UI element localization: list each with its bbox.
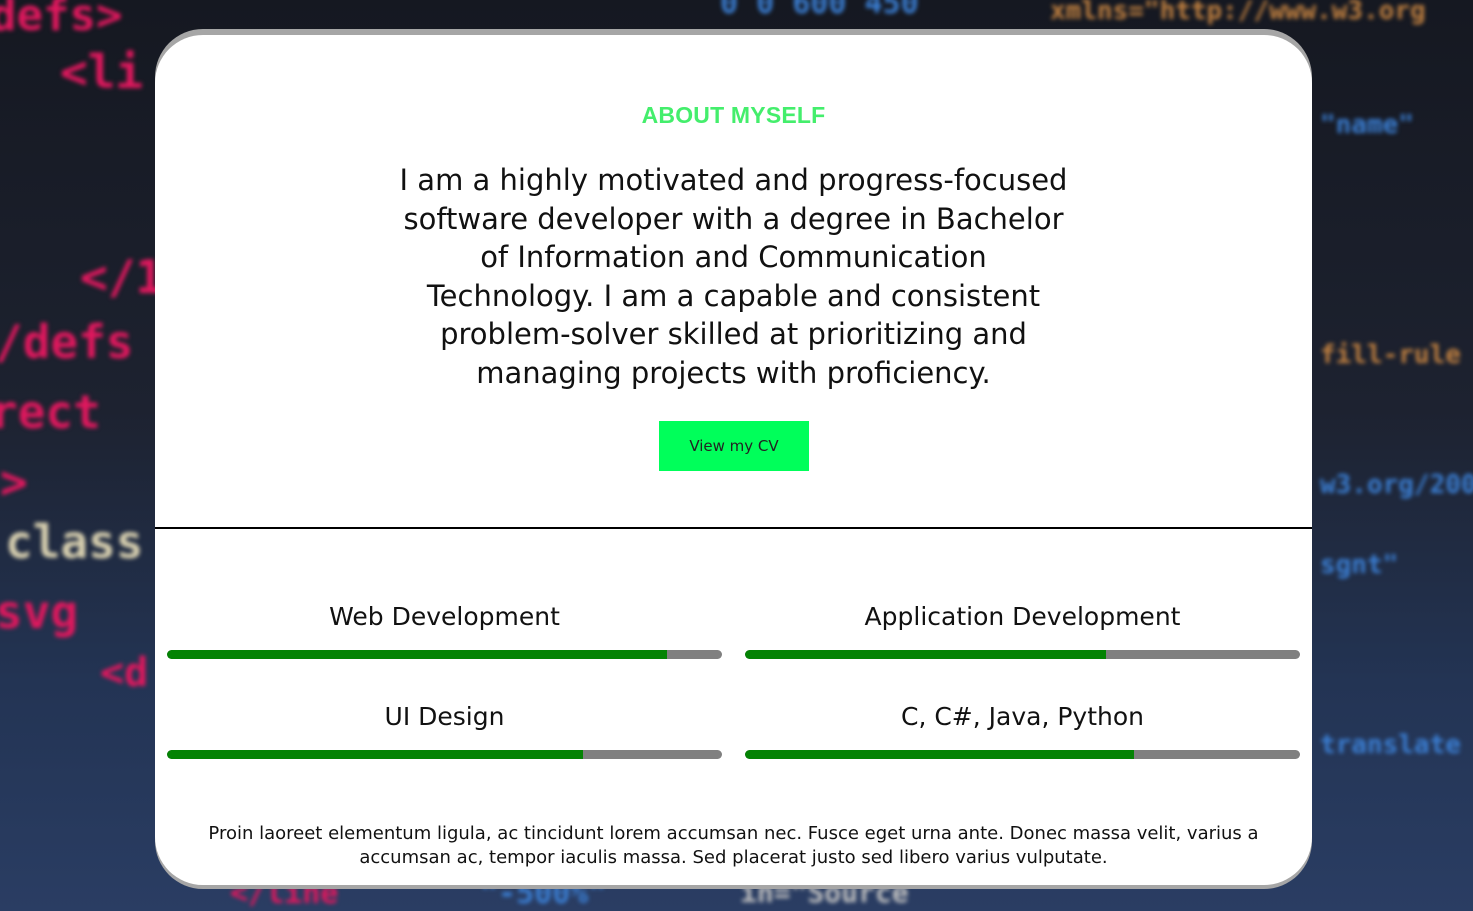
skill-progress-bar xyxy=(167,650,722,659)
skill-progress-bar xyxy=(745,650,1300,659)
skill-label: C, C#, Java, Python xyxy=(900,702,1144,731)
skill-application-development: Application Development xyxy=(745,597,1300,659)
about-description: I am a highly motivated and progress-foc… xyxy=(399,163,1068,390)
skill-ui-design: UI Design xyxy=(167,697,722,759)
skill-label: UI Design xyxy=(384,702,505,731)
skill-languages: C, C#, Java, Python xyxy=(745,697,1300,759)
skill-label: Application Development xyxy=(864,602,1181,631)
footer-text: Proin laoreet elementum ligula, ac tinci… xyxy=(208,823,1259,868)
skill-progress-fill xyxy=(745,750,1134,759)
view-cv-button[interactable]: View my CV xyxy=(659,421,809,471)
skill-web-development: Web Development xyxy=(167,597,722,659)
skill-progress-bar xyxy=(745,750,1300,759)
skill-progress-fill xyxy=(167,650,667,659)
section-divider xyxy=(155,527,1312,529)
skill-progress-fill xyxy=(745,650,1106,659)
skill-progress-bar xyxy=(167,750,722,759)
about-title: ABOUT MYSELF xyxy=(641,102,826,128)
skill-label: Web Development xyxy=(329,602,560,631)
skill-progress-fill xyxy=(167,750,584,759)
about-card: ABOUT MYSELF I am a highly motivated and… xyxy=(155,35,1312,885)
